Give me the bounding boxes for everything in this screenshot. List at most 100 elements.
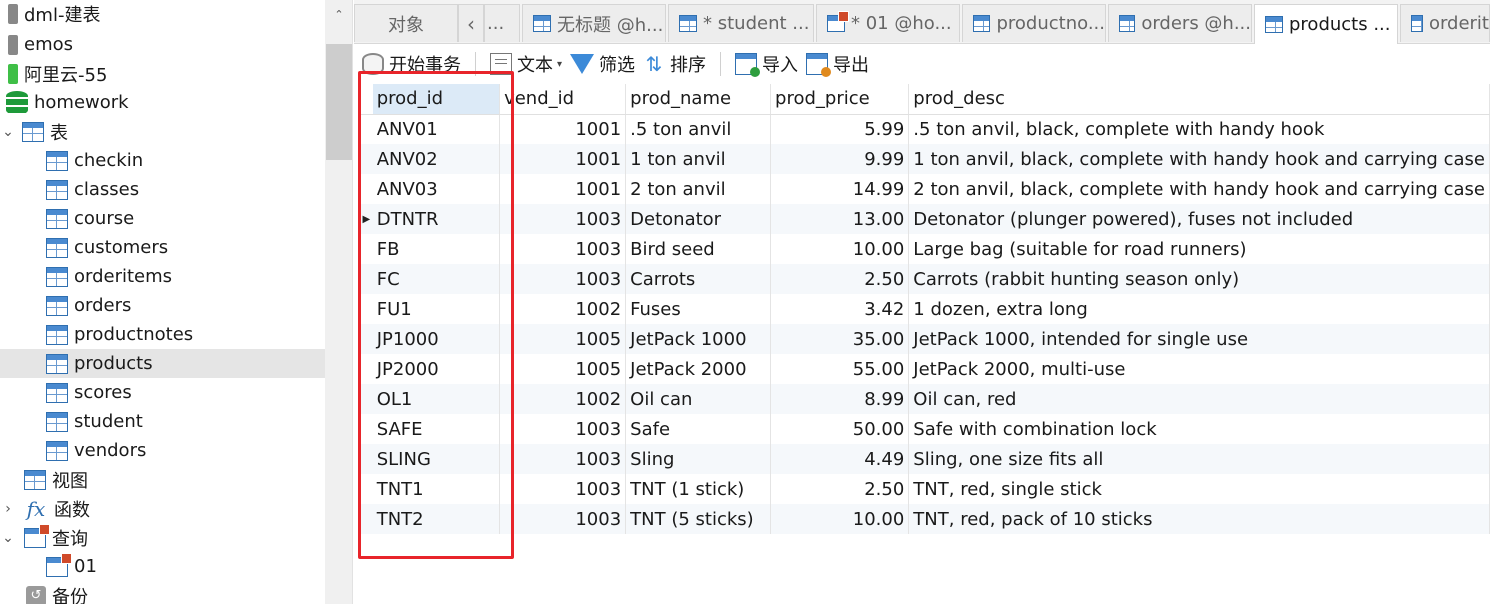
- cell-prod-price[interactable]: 50.00: [770, 414, 910, 444]
- cell-vend-id[interactable]: 1003: [499, 234, 627, 264]
- tab-productnotes[interactable]: productno...: [962, 4, 1106, 42]
- sidebar-item-scores[interactable]: scores: [0, 378, 325, 407]
- cell-prod-name[interactable]: Oil can: [625, 384, 772, 414]
- sidebar-item-orders[interactable]: orders: [0, 291, 325, 320]
- tab-orderitems[interactable]: orderit: [1400, 4, 1490, 42]
- cell-prod-name[interactable]: Carrots: [625, 264, 772, 294]
- table-row[interactable]: ▶ DTNTR 1003 Detonator 13.00 Detonator (plung…: [360, 204, 1490, 234]
- database-homework[interactable]: homework: [0, 88, 325, 117]
- sort-button[interactable]: ⇅ 排序: [643, 51, 706, 77]
- cell-vend-id[interactable]: 1005: [499, 354, 627, 384]
- sidebar-item-checkin[interactable]: checkin: [0, 146, 325, 175]
- sidebar-item-productnotes[interactable]: productnotes: [0, 320, 325, 349]
- sidebar-item-query-01[interactable]: 01: [0, 552, 325, 581]
- cell-prod-id[interactable]: JP2000: [372, 354, 501, 384]
- cell-prod-price[interactable]: 9.99: [770, 144, 910, 174]
- filter-button[interactable]: 筛选: [570, 51, 635, 77]
- cell-prod-desc[interactable]: Carrots (rabbit hunting season only): [908, 264, 1490, 294]
- cell-prod-name[interactable]: JetPack 2000: [625, 354, 772, 384]
- tab-untitled[interactable]: 无标题 @h...: [522, 4, 666, 42]
- table-row[interactable]: JP1000 1005 JetPack 1000 35.00 JetPack 1000,…: [360, 324, 1490, 354]
- cell-prod-desc[interactable]: 2 ton anvil, black, complete with handy …: [908, 174, 1490, 204]
- cell-prod-desc[interactable]: .5 ton anvil, black, complete with handy…: [908, 114, 1490, 144]
- cell-vend-id[interactable]: 1003: [499, 204, 627, 234]
- sidebar-item-classes[interactable]: classes: [0, 175, 325, 204]
- import-button[interactable]: 导入: [735, 51, 798, 77]
- cell-prod-name[interactable]: Sling: [625, 444, 772, 474]
- column-header-prod-desc[interactable]: prod_desc: [908, 84, 1490, 115]
- cell-vend-id[interactable]: 1001: [499, 114, 627, 144]
- cell-prod-price[interactable]: 10.00: [770, 504, 910, 534]
- table-row[interactable]: SAFE 1003 Safe 50.00 Safe with combination l…: [360, 414, 1490, 444]
- table-row[interactable]: TNT2 1003 TNT (5 sticks) 10.00 TNT, red, pac…: [360, 504, 1490, 534]
- cell-prod-id[interactable]: TNT2: [372, 504, 501, 534]
- tab-scroll-left-icon[interactable]: ‹: [458, 4, 484, 42]
- tables-folder[interactable]: ⌄ 表: [0, 117, 325, 146]
- cell-prod-id[interactable]: JP1000: [372, 324, 501, 354]
- begin-transaction-button[interactable]: 开始事务: [362, 51, 461, 77]
- cell-vend-id[interactable]: 1003: [499, 504, 627, 534]
- column-header-prod-price[interactable]: prod_price: [770, 84, 910, 115]
- cell-prod-price[interactable]: 8.99: [770, 384, 910, 414]
- table-row[interactable]: FC 1003 Carrots 2.50 Carrots (rabbit hunting…: [360, 264, 1490, 294]
- sidebar-item-course[interactable]: course: [0, 204, 325, 233]
- tab-orders[interactable]: orders @h...: [1108, 4, 1252, 42]
- cell-prod-id[interactable]: TNT1: [372, 474, 501, 504]
- cell-prod-price[interactable]: 2.50: [770, 264, 910, 294]
- cell-vend-id[interactable]: 1002: [499, 294, 627, 324]
- sidebar-item-customers[interactable]: customers: [0, 233, 325, 262]
- cell-prod-price[interactable]: 4.49: [770, 444, 910, 474]
- table-row[interactable]: ANV02 1001 1 ton anvil 9.99 1 ton anvil, bla…: [360, 144, 1490, 174]
- cell-vend-id[interactable]: 1002: [499, 384, 627, 414]
- cell-prod-desc[interactable]: Sling, one size fits all: [908, 444, 1490, 474]
- cell-prod-name[interactable]: Detonator: [625, 204, 772, 234]
- cell-prod-desc[interactable]: JetPack 1000, intended for single use: [908, 324, 1490, 354]
- tab-products[interactable]: products ...: [1254, 4, 1398, 44]
- connection-emos[interactable]: emos: [0, 30, 325, 59]
- cell-vend-id[interactable]: 1003: [499, 414, 627, 444]
- cell-prod-desc[interactable]: 1 ton anvil, black, complete with handy …: [908, 144, 1490, 174]
- table-row[interactable]: JP2000 1005 JetPack 2000 55.00 JetPack 2000,…: [360, 354, 1490, 384]
- column-header-prod-id[interactable]: prod_id: [372, 84, 501, 115]
- cell-prod-id[interactable]: DTNTR: [372, 204, 501, 234]
- sidebar-item-vendors[interactable]: vendors: [0, 436, 325, 465]
- sidebar-scrollbar[interactable]: ⌃: [325, 0, 353, 604]
- cell-prod-id[interactable]: SAFE: [372, 414, 501, 444]
- cell-prod-id[interactable]: OL1: [372, 384, 501, 414]
- cell-prod-name[interactable]: .5 ton anvil: [625, 114, 772, 144]
- cell-prod-desc[interactable]: Large bag (suitable for road runners): [908, 234, 1490, 264]
- cell-vend-id[interactable]: 1001: [499, 144, 627, 174]
- cell-vend-id[interactable]: 1001: [499, 174, 627, 204]
- cell-prod-price[interactable]: 13.00: [770, 204, 910, 234]
- cell-prod-name[interactable]: 1 ton anvil: [625, 144, 772, 174]
- backup-folder[interactable]: ↺ 备份: [0, 581, 325, 604]
- cell-prod-desc[interactable]: JetPack 2000, multi-use: [908, 354, 1490, 384]
- cell-prod-desc[interactable]: TNT, red, single stick: [908, 474, 1490, 504]
- connection-dml[interactable]: dml-建表: [0, 0, 325, 28]
- chevron-down-icon[interactable]: ⌄: [0, 124, 16, 140]
- sidebar-item-student[interactable]: student: [0, 407, 325, 436]
- cell-prod-id[interactable]: SLING: [372, 444, 501, 474]
- export-button[interactable]: 导出: [806, 51, 869, 77]
- cell-prod-id[interactable]: FU1: [372, 294, 501, 324]
- cell-prod-desc[interactable]: TNT, red, pack of 10 sticks: [908, 504, 1490, 534]
- cell-prod-price[interactable]: 3.42: [770, 294, 910, 324]
- chevron-right-icon[interactable]: ›: [0, 501, 16, 517]
- cell-prod-id[interactable]: ANV02: [372, 144, 501, 174]
- table-row[interactable]: ANV01 1001.5 ton anvil 5.99.5 ton anvil, b…: [360, 114, 1490, 144]
- cell-prod-name[interactable]: TNT (5 sticks): [625, 504, 772, 534]
- scroll-up-icon[interactable]: ⌃: [332, 8, 346, 22]
- cell-prod-name[interactable]: TNT (1 stick): [625, 474, 772, 504]
- column-header-prod-name[interactable]: prod_name: [625, 84, 772, 115]
- table-row[interactable]: ANV03 1001 2 ton anvil 14.99 2 ton anvil, bl…: [360, 174, 1490, 204]
- cell-prod-id[interactable]: ANV03: [372, 174, 501, 204]
- cell-prod-desc[interactable]: Detonator (plunger powered), fuses not i…: [908, 204, 1490, 234]
- table-row[interactable]: FB 1003 Bird seed 10.00 Large bag (suitable …: [360, 234, 1490, 264]
- cell-prod-name[interactable]: Safe: [625, 414, 772, 444]
- tab-student[interactable]: * student ...: [668, 4, 814, 42]
- table-row[interactable]: OL1 1002 Oil can 8.99 Oil can, red: [360, 384, 1490, 414]
- cell-prod-desc[interactable]: 1 dozen, extra long: [908, 294, 1490, 324]
- cell-prod-desc[interactable]: Oil can, red: [908, 384, 1490, 414]
- views-folder[interactable]: 视图: [0, 465, 325, 494]
- table-row[interactable]: TNT1 1003 TNT (1 stick) 2.50 TNT, red, singl…: [360, 474, 1490, 504]
